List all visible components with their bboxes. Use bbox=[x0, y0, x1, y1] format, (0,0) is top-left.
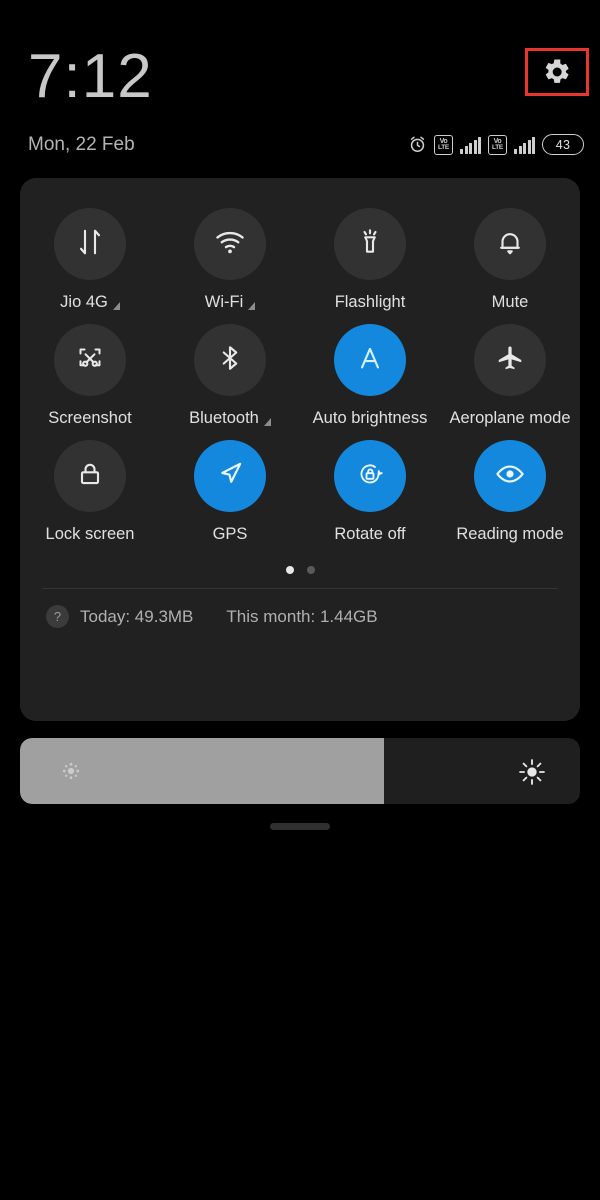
battery-icon: 43 bbox=[542, 134, 584, 155]
alarm-icon bbox=[408, 135, 427, 154]
tile-label-text: Auto brightness bbox=[312, 409, 428, 427]
page-dot-2[interactable] bbox=[306, 566, 315, 574]
quick-settings-panel: Jio 4G Wi-Fi Flashlight Mute Screenshot … bbox=[20, 178, 580, 721]
tile-label: Lock screen bbox=[46, 525, 135, 544]
page-dot-1[interactable] bbox=[285, 566, 294, 574]
tile-auto-brightness[interactable]: Auto brightness bbox=[300, 312, 440, 428]
status-header: 7:12 Mon, 22 Feb Vo LTE Vo LTE 43 bbox=[0, 0, 600, 178]
volte-bottom-2: LTE bbox=[492, 143, 503, 151]
tile-bluetooth[interactable]: Bluetooth bbox=[160, 312, 300, 428]
settings-button[interactable] bbox=[525, 48, 589, 96]
tile-label-text: Lock screen bbox=[45, 525, 135, 543]
tile-circle[interactable] bbox=[194, 208, 266, 280]
data-transfer-icon bbox=[75, 227, 105, 262]
eye-icon bbox=[494, 458, 526, 495]
tile-screenshot[interactable]: Screenshot bbox=[20, 312, 160, 428]
screenshot-scissors-icon bbox=[75, 343, 105, 378]
tile-label: Mute bbox=[492, 293, 529, 312]
chevron-expand-icon[interactable] bbox=[248, 301, 256, 310]
tile-label-text: Rotate off bbox=[334, 525, 406, 543]
navigation-arrow-icon bbox=[214, 458, 246, 495]
tile-rotate-off[interactable]: Rotate off bbox=[300, 428, 440, 544]
brightness-low-icon bbox=[60, 760, 82, 787]
tile-label: Auto brightness bbox=[313, 409, 428, 428]
tile-row-1: Jio 4G Wi-Fi Flashlight Mute bbox=[20, 196, 580, 312]
tile-label: Screenshot bbox=[48, 409, 131, 428]
tile-label: Wi-Fi bbox=[204, 293, 256, 312]
volte-icon: Vo LTE bbox=[434, 134, 453, 155]
tile-label-text: Flashlight bbox=[334, 293, 406, 311]
tile-flashlight[interactable]: Flashlight bbox=[300, 196, 440, 312]
tile-label-text: Wi-Fi bbox=[204, 293, 244, 311]
signal-bars-icon bbox=[460, 136, 481, 154]
tile-circle[interactable] bbox=[334, 440, 406, 512]
airplane-icon bbox=[495, 343, 525, 378]
status-icons: Vo LTE Vo LTE 43 bbox=[408, 134, 584, 155]
help-icon[interactable]: ? bbox=[46, 605, 69, 628]
rotate-lock-icon bbox=[354, 458, 386, 495]
data-usage-month: This month: 1.44GB bbox=[226, 606, 378, 626]
lockscreen-clock: 7:12 bbox=[28, 42, 153, 111]
tile-circle[interactable] bbox=[334, 324, 406, 396]
volte-icon-2: Vo LTE bbox=[488, 134, 507, 155]
tile-label: Rotate off bbox=[334, 525, 405, 544]
flashlight-icon bbox=[355, 227, 385, 262]
tile-circle[interactable] bbox=[54, 208, 126, 280]
tile-circle[interactable] bbox=[334, 208, 406, 280]
wifi-icon bbox=[214, 226, 246, 263]
chevron-expand-icon[interactable] bbox=[263, 417, 271, 426]
tile-lock-screen[interactable]: Lock screen bbox=[20, 428, 160, 544]
tile-circle[interactable] bbox=[54, 440, 126, 512]
tile-mute[interactable]: Mute bbox=[440, 196, 580, 312]
tile-gps[interactable]: GPS bbox=[160, 428, 300, 544]
signal-bars-icon-2 bbox=[514, 136, 535, 154]
tile-reading-mode[interactable]: Reading mode bbox=[440, 428, 580, 544]
page-indicator[interactable] bbox=[20, 566, 580, 574]
padlock-icon bbox=[75, 459, 105, 494]
tile-label-text: Bluetooth bbox=[189, 409, 259, 427]
brightness-slider[interactable] bbox=[20, 738, 580, 804]
volte-bottom: LTE bbox=[438, 143, 449, 151]
tile-label-text: Mute bbox=[491, 293, 529, 311]
tile-circle[interactable] bbox=[194, 440, 266, 512]
tile-label: Jio 4G bbox=[60, 293, 120, 312]
data-usage-row[interactable]: ? Today: 49.3MB This month: 1.44GB bbox=[20, 589, 580, 628]
bell-icon bbox=[495, 227, 525, 262]
lockscreen-date: Mon, 22 Feb bbox=[28, 134, 135, 155]
tile-aeroplane-mode[interactable]: Aeroplane mode bbox=[440, 312, 580, 428]
tile-label-text: Screenshot bbox=[48, 409, 132, 427]
tile-circle[interactable] bbox=[474, 208, 546, 280]
tile-label-text: Jio 4G bbox=[60, 293, 108, 311]
tile-row-2: Screenshot Bluetooth Auto brightness Aer… bbox=[20, 312, 580, 428]
tile-row-3: Lock screen GPS Rotate off Reading mode bbox=[20, 428, 580, 544]
quick-settings-screen: 7:12 Mon, 22 Feb Vo LTE Vo LTE 43 Jio 4G… bbox=[0, 0, 600, 1200]
tile-label: GPS bbox=[213, 525, 248, 544]
gear-icon bbox=[542, 57, 572, 87]
drag-handle[interactable] bbox=[270, 823, 330, 830]
tile-circle[interactable] bbox=[194, 324, 266, 396]
data-usage-today: Today: 49.3MB bbox=[80, 606, 194, 626]
tile-label-text: Reading mode bbox=[456, 525, 564, 543]
tile-jio-4g[interactable]: Jio 4G bbox=[20, 196, 160, 312]
tile-grid: Jio 4G Wi-Fi Flashlight Mute Screenshot … bbox=[20, 178, 580, 544]
tile-circle[interactable] bbox=[54, 324, 126, 396]
tile-label: Aeroplane mode bbox=[449, 409, 570, 428]
tile-label: Reading mode bbox=[456, 525, 563, 544]
tile-label-text: GPS bbox=[212, 525, 248, 543]
bluetooth-icon bbox=[215, 343, 245, 378]
chevron-expand-icon[interactable] bbox=[112, 301, 120, 310]
tile-circle[interactable] bbox=[474, 324, 546, 396]
brightness-high-icon bbox=[518, 758, 546, 791]
tile-label: Bluetooth bbox=[189, 409, 271, 428]
tile-label-text: Aeroplane mode bbox=[449, 409, 571, 427]
tile-circle[interactable] bbox=[474, 440, 546, 512]
tile-label: Flashlight bbox=[335, 293, 406, 312]
auto-brightness-a-icon bbox=[353, 341, 387, 380]
tile-wifi[interactable]: Wi-Fi bbox=[160, 196, 300, 312]
